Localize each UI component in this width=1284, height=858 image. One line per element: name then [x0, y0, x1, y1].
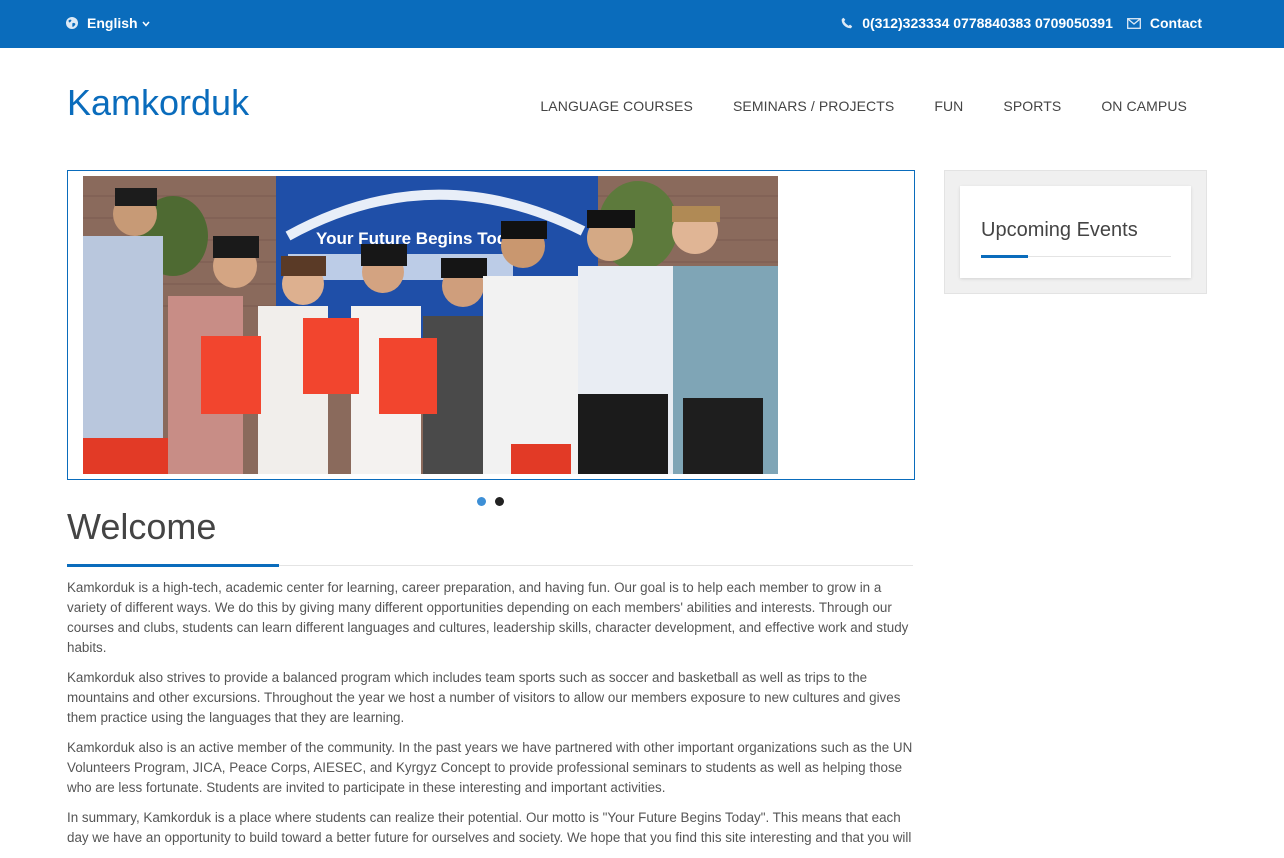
- welcome-paragraph: Kamkorduk is a high-tech, academic cente…: [67, 580, 909, 655]
- slider-dot-1[interactable]: [477, 497, 486, 506]
- banner-text: Your Future Begins Tod: [316, 229, 507, 248]
- envelope-icon: [1126, 17, 1141, 29]
- nav-item-sports[interactable]: SPORTS: [1003, 98, 1061, 114]
- events-divider: [981, 255, 1171, 258]
- slide-photo: Your Future Begins Tod: [83, 176, 778, 474]
- nav-item-fun[interactable]: FUN: [934, 98, 963, 114]
- group-photo: Your Future Begins Tod: [83, 176, 778, 474]
- nav-item-on-campus[interactable]: ON CAMPUS: [1101, 98, 1187, 114]
- welcome-heading: Welcome: [67, 506, 217, 547]
- upcoming-events-widget: Upcoming Events: [960, 186, 1191, 278]
- slider-dot-2[interactable]: [495, 497, 504, 506]
- main-nav: LANGUAGE COURSES SEMINARS / PROJECTS FUN…: [540, 98, 1187, 114]
- language-selector[interactable]: English: [66, 14, 150, 32]
- top-bar: English 0(312)323334 0778840383 07090503…: [0, 0, 1284, 48]
- image-slider[interactable]: Your Future Begins Tod: [67, 170, 915, 480]
- nav-item-language-courses[interactable]: LANGUAGE COURSES: [540, 98, 693, 114]
- phone-numbers: 0(312)323334 0778840383 0709050391: [862, 15, 1113, 31]
- welcome-paragraph: In summary, Kamkorduk is a place where s…: [67, 810, 912, 845]
- welcome-content: Kamkorduk is a high-tech, academic cente…: [67, 578, 915, 858]
- sidebar: Upcoming Events: [944, 170, 1207, 294]
- welcome-divider: [67, 564, 913, 567]
- globe-icon: [66, 17, 78, 29]
- site-logo[interactable]: Kamkorduk: [67, 82, 249, 124]
- language-label: English: [87, 15, 138, 31]
- contact-info: 0(312)323334 0778840383 0709050391 Conta…: [841, 14, 1202, 32]
- slider-dots: [477, 497, 513, 506]
- phone-icon: [841, 17, 853, 29]
- chevron-down-icon: [141, 21, 150, 27]
- welcome-paragraph: Kamkorduk also is an active member of th…: [67, 740, 913, 795]
- nav-item-seminars-projects[interactable]: SEMINARS / PROJECTS: [733, 98, 894, 114]
- welcome-paragraph: Kamkorduk also strives to provide a bala…: [67, 670, 901, 725]
- upcoming-events-title: Upcoming Events: [981, 219, 1138, 241]
- contact-link[interactable]: Contact: [1150, 15, 1202, 31]
